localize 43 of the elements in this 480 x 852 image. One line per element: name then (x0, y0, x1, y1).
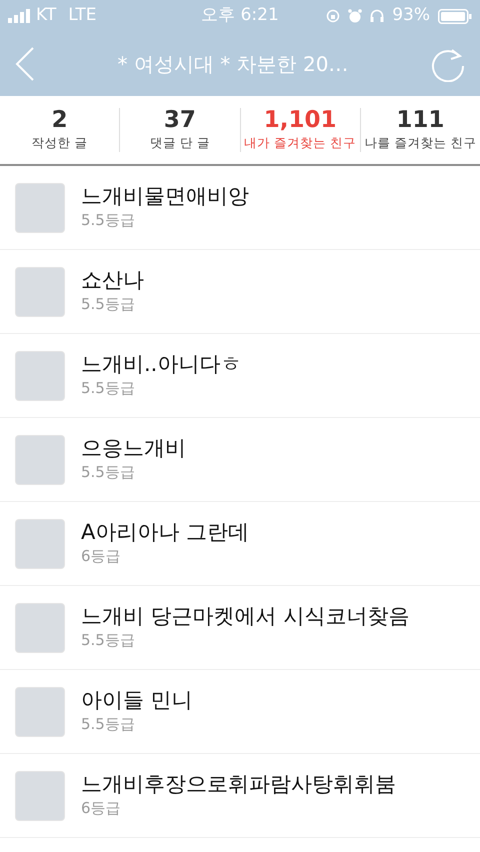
avatar-placeholder (15, 602, 65, 652)
stat-count[interactable]: 2 (0, 106, 120, 134)
avatar-placeholder (15, 434, 65, 484)
avatar-placeholder (15, 686, 65, 736)
stat-count[interactable]: 111 (360, 106, 480, 134)
rotation-lock-icon (326, 9, 340, 23)
avatar-placeholder (15, 350, 65, 400)
battery-icon (438, 8, 472, 24)
headphones-icon (370, 9, 384, 23)
friend-grade: 6등급 (81, 546, 122, 567)
friend-name[interactable]: 아이들 민니 (81, 688, 193, 713)
friend-grade: 5.5등급 (81, 714, 136, 735)
friend-name[interactable]: 느개비 당근마켓에서 시식코너찾음 (81, 604, 410, 629)
avatar-placeholder (15, 518, 65, 568)
stat-label[interactable]: 나를 즐겨찾는 친구 (360, 134, 480, 154)
friend-name[interactable]: 느개비물면애비앙 (81, 184, 249, 209)
carrier-name: KT (36, 4, 56, 28)
stat-label[interactable]: 작성한 글 (0, 134, 120, 154)
avatar-placeholder (15, 770, 65, 820)
stat-count[interactable]: 1,101 (240, 106, 360, 134)
friend-name[interactable]: A아리아나 그란데 (81, 520, 250, 545)
signal-icon (8, 9, 32, 23)
avatar-placeholder (15, 182, 65, 232)
friend-name[interactable]: 느개비..아니다ㅎ (81, 352, 242, 377)
status-time: 오후 6:21 (201, 4, 279, 28)
stat-label[interactable]: 댓글 단 글 (120, 134, 240, 154)
friend-name[interactable]: 쇼산나 (81, 268, 144, 293)
battery-percent: 93% (392, 4, 430, 28)
alarm-icon (348, 8, 362, 24)
stat-label[interactable]: 내가 즐겨찾는 친구 (240, 134, 360, 154)
network-type: LTE (68, 4, 96, 28)
friend-name[interactable]: 느개비후장으로휘파람사탕휘휘붐 (81, 772, 396, 797)
friend-grade: 6등급 (81, 798, 122, 819)
page-title: * 여성시대 * 차분한 20… (118, 51, 348, 78)
friend-name[interactable]: 으응느개비 (81, 436, 186, 461)
friend-grade: 5.5등급 (81, 462, 136, 483)
stat-count[interactable]: 37 (120, 106, 240, 134)
friend-grade: 5.5등급 (81, 378, 136, 399)
friend-grade: 5.5등급 (81, 294, 136, 315)
friend-grade: 5.5등급 (81, 210, 136, 231)
friend-grade: 5.5등급 (81, 630, 136, 651)
back-icon[interactable] (14, 47, 36, 81)
avatar-placeholder (15, 266, 65, 316)
